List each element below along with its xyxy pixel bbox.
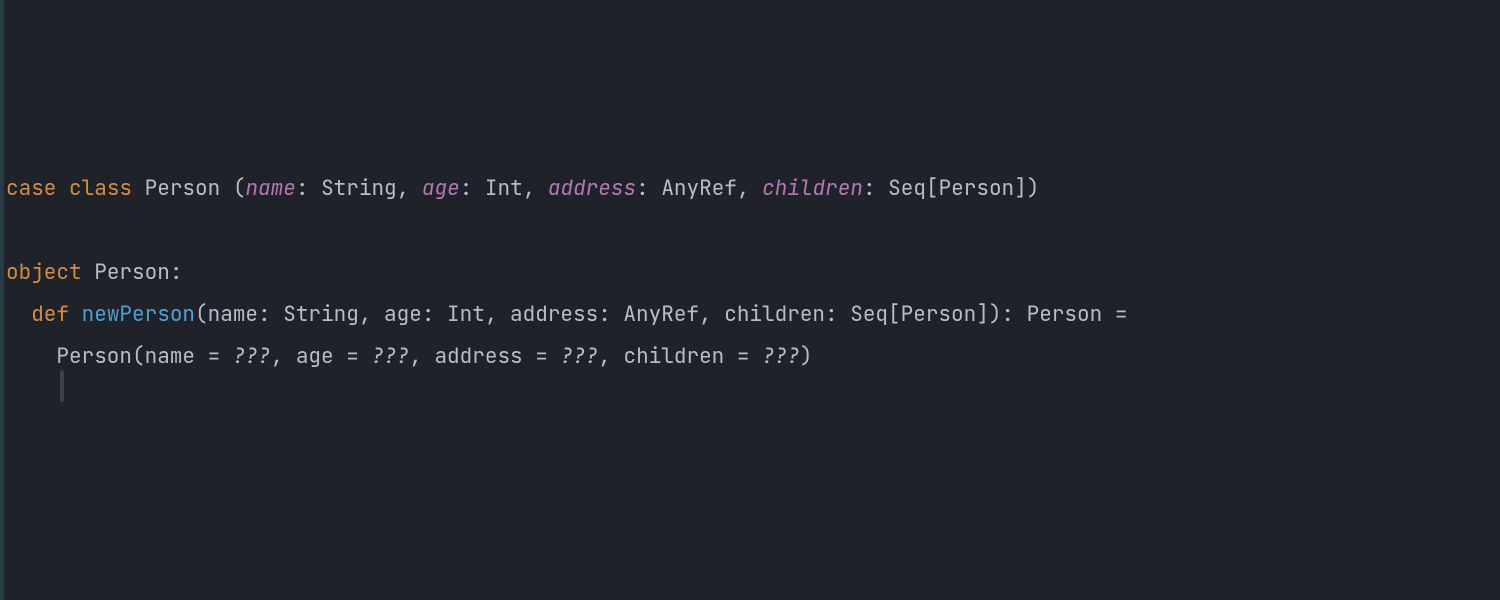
code-line: object Person: <box>6 252 1500 294</box>
code-line <box>6 126 1500 168</box>
param-name: name <box>245 175 295 202</box>
code-editor[interactable]: case class Person (name: String, age: In… <box>0 0 1500 378</box>
code-line: def newPerson(name: String, age: Int, ad… <box>6 294 1500 336</box>
placeholder-expr: ??? <box>762 343 800 370</box>
function-signature: (name: String, age: Int, address: AnyRef… <box>195 301 1127 328</box>
class-name: Person <box>145 175 221 202</box>
type-int: Int <box>485 175 523 202</box>
keyword-case: case <box>6 175 56 202</box>
keyword-def: def <box>31 301 69 328</box>
left-gutter-highlight <box>0 0 4 600</box>
param-age: age <box>422 175 460 202</box>
inline-hint-bar <box>60 370 64 402</box>
code-line: Person(name = ???, age = ???, address = … <box>6 336 1500 378</box>
code-line <box>6 0 1500 42</box>
param-address: address <box>548 175 636 202</box>
type-seq-person: Seq[Person] <box>888 175 1027 202</box>
code-line <box>6 84 1500 126</box>
keyword-class: class <box>69 175 132 202</box>
param-children: children <box>762 175 863 202</box>
code-line <box>6 42 1500 84</box>
code-line: case class Person (name: String, age: In… <box>6 168 1500 210</box>
object-name: Person <box>94 259 170 286</box>
type-anyref: AnyRef <box>661 175 737 202</box>
placeholder-expr: ??? <box>233 343 271 370</box>
type-string: String <box>321 175 397 202</box>
function-name: newPerson <box>82 301 195 328</box>
keyword-object: object <box>6 259 82 286</box>
placeholder-expr: ??? <box>371 343 409 370</box>
code-line <box>6 210 1500 252</box>
placeholder-expr: ??? <box>560 343 598 370</box>
